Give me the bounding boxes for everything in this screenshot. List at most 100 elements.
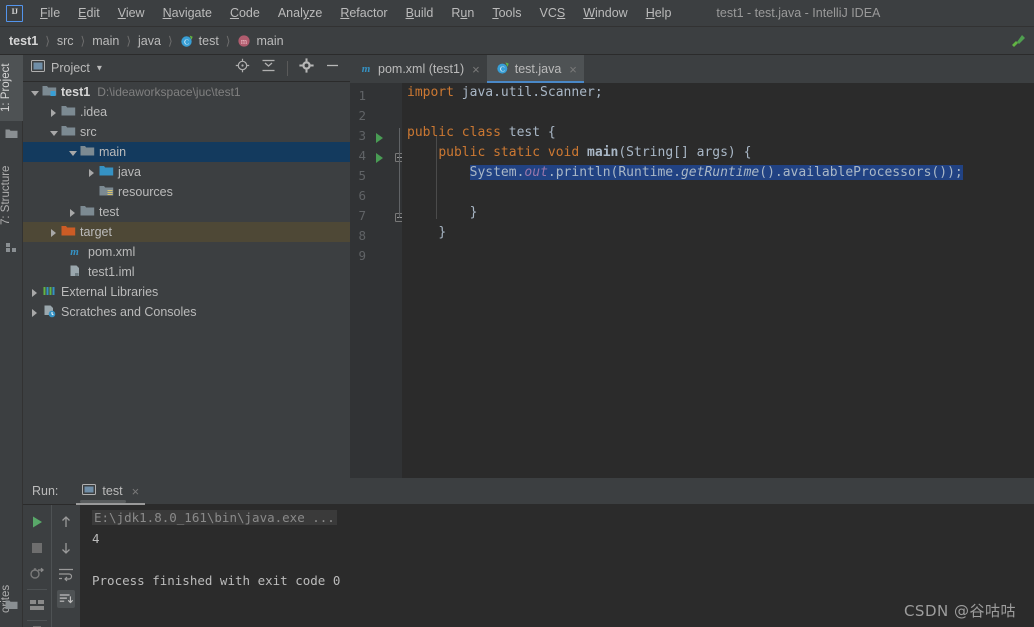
console-command-text: E:\jdk1.8.0_161\bin\java.exe ... — [92, 510, 337, 525]
menu-item-code[interactable]: Code — [221, 3, 269, 23]
menu-item-file[interactable]: File — [31, 3, 69, 23]
code-token-brace: { — [547, 125, 556, 140]
run-gutter-icon[interactable] — [376, 133, 383, 143]
console-output[interactable]: E:\jdk1.8.0_161\bin\java.exe ... 4 Proce… — [80, 505, 1034, 627]
breadcrumb-item-method-main[interactable]: main — [256, 34, 283, 48]
favorites-icon[interactable] — [5, 598, 18, 616]
tree-item-src[interactable]: src — [23, 122, 350, 142]
chevron-down-icon[interactable] — [67, 146, 80, 159]
breadcrumb-separator: ⟩ — [45, 33, 50, 48]
tree-item-external-libraries[interactable]: External Libraries — [23, 282, 350, 302]
chevron-down-icon[interactable] — [48, 126, 61, 139]
run-panel-toolbar — [23, 505, 80, 627]
breadcrumb-item-java[interactable]: java — [138, 34, 161, 48]
menu-item-analyze[interactable]: Analyze — [269, 3, 331, 23]
chevron-right-icon[interactable] — [48, 106, 61, 119]
menu-item-edit[interactable]: Edit — [69, 3, 109, 23]
breadcrumb-item-main[interactable]: main — [92, 34, 119, 48]
collapse-all-icon[interactable] — [261, 58, 276, 78]
code-line-7: } — [407, 203, 478, 223]
code-token-keyword: public — [438, 145, 486, 160]
iml-file-icon — [67, 264, 82, 281]
menu-item-refactor[interactable]: Refactor — [331, 3, 396, 23]
close-icon[interactable]: × — [569, 62, 577, 77]
chevron-right-icon[interactable] — [67, 206, 80, 219]
svg-text:m: m — [241, 37, 248, 46]
run-tab-label: test — [102, 484, 123, 498]
menu-item-tools[interactable]: Tools — [483, 3, 530, 23]
run-gutter-icon[interactable] — [376, 153, 383, 163]
gear-icon[interactable] — [299, 58, 314, 78]
editor-tab-pom-xml[interactable]: m pom.xml (test1) × — [350, 55, 487, 83]
hide-panel-icon[interactable] — [325, 58, 340, 78]
build-hammer-icon[interactable] — [1010, 33, 1026, 49]
tree-item-test[interactable]: test — [23, 202, 350, 222]
line-number: 5 — [358, 168, 366, 183]
tree-item-resources[interactable]: resources — [23, 182, 350, 202]
menu-item-window[interactable]: Window — [574, 3, 636, 23]
tree-item-label: main — [99, 145, 127, 159]
tree-item-java[interactable]: java — [23, 162, 350, 182]
code-editor[interactable]: 1 2 3 4 5 6 7 8 9 import java.util.Scann… — [350, 83, 1034, 478]
menu-item-view[interactable]: View — [109, 3, 154, 23]
tree-item-main[interactable]: main — [23, 142, 350, 162]
run-panel-label: Run: — [32, 484, 59, 498]
tree-item-scratches-and-consoles[interactable]: Scratches and Consoles — [23, 302, 350, 322]
chevron-right-icon[interactable] — [29, 286, 42, 299]
run-panel-header: Run: test × — [23, 478, 1034, 505]
sidebar-item-structure[interactable]: 7: Structure — [0, 155, 23, 235]
editor-gutter[interactable]: 1 2 3 4 5 6 7 8 9 — [350, 83, 404, 478]
tree-item-idea[interactable]: .idea — [23, 102, 350, 122]
menu-item-run[interactable]: Run — [442, 3, 483, 23]
scroll-to-end-icon[interactable] — [57, 590, 75, 608]
chevron-right-icon[interactable] — [29, 306, 42, 319]
menu-item-help[interactable]: Help — [637, 3, 681, 23]
chevron-right-icon[interactable] — [48, 226, 61, 239]
locate-icon[interactable] — [235, 58, 250, 78]
code-line-8: } — [407, 223, 446, 243]
editor-tab-test-java[interactable]: C test.java × — [486, 55, 585, 83]
code-line-3: public class test { — [407, 123, 556, 143]
svg-text:C: C — [184, 38, 189, 46]
chevron-down-icon[interactable] — [29, 86, 42, 99]
tree-item-pom-xml[interactable]: m pom.xml — [23, 242, 350, 262]
breadcrumb-item-class-test[interactable]: test — [199, 34, 219, 48]
tree-item-label: Scratches and Consoles — [61, 305, 197, 319]
soft-wrap-icon[interactable] — [57, 565, 75, 583]
stop-icon[interactable] — [28, 539, 46, 557]
project-tree[interactable]: test1 D:\ideaworkspace\juc\test1 .idea s… — [23, 82, 350, 478]
code-content[interactable]: import java.util.Scanner; public class t… — [402, 83, 1034, 478]
rerun-icon[interactable] — [28, 513, 46, 531]
line-number: 2 — [358, 108, 366, 123]
tree-item-test1[interactable]: test1 D:\ideaworkspace\juc\test1 — [23, 82, 350, 102]
down-arrow-icon[interactable] — [57, 539, 75, 557]
close-icon[interactable]: × — [132, 484, 140, 499]
svg-text:C: C — [500, 65, 505, 73]
menu-item-vcs[interactable]: VCS — [531, 3, 575, 23]
fold-region-line — [399, 128, 400, 218]
code-token-static-field: out — [524, 165, 548, 180]
up-arrow-icon[interactable] — [57, 513, 75, 531]
tree-item-target[interactable]: target — [23, 222, 350, 242]
console-icon — [82, 483, 97, 500]
restart-debug-icon[interactable] — [28, 565, 46, 583]
breadcrumb-item-src[interactable]: src — [57, 34, 74, 48]
layout-settings-icon[interactable] — [28, 596, 46, 614]
close-icon[interactable]: × — [472, 62, 480, 77]
chevron-right-icon[interactable] — [86, 166, 99, 179]
folder-icon — [80, 144, 95, 161]
folder-icon — [61, 104, 76, 121]
project-panel-header: Project ▾ — [23, 55, 350, 82]
editor-area: m pom.xml (test1) × C test.java × 1 2 3 … — [350, 55, 1034, 478]
intellij-idea-window: File Edit View Navigate Code Analyze Ref… — [0, 0, 1034, 627]
console-scrollbar[interactable] — [80, 500, 126, 503]
line-number: 6 — [358, 188, 366, 203]
breadcrumb-separator: ⟩ — [80, 33, 86, 48]
menu-item-navigate[interactable]: Navigate — [154, 3, 221, 23]
chevron-down-icon[interactable]: ▾ — [97, 63, 102, 74]
breadcrumb-item-test1[interactable]: test1 — [9, 34, 38, 48]
tree-item-test1-iml[interactable]: test1.iml — [23, 262, 350, 282]
sidebar-item-project[interactable]: 1: Project — [0, 55, 23, 121]
menu-item-build[interactable]: Build — [397, 3, 443, 23]
